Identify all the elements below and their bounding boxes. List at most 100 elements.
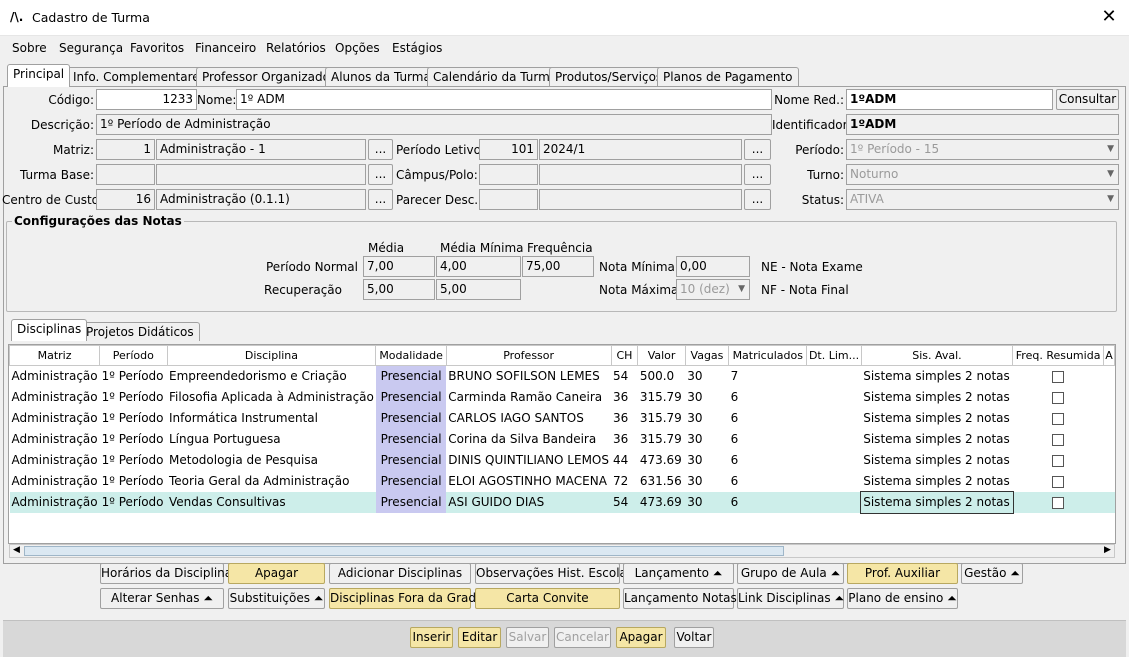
alterar-senhas-button[interactable]: Alterar Senhas ⏶ bbox=[100, 588, 224, 609]
periodo-letivo-lookup-button[interactable]: ... bbox=[744, 139, 771, 160]
cell-disciplina[interactable]: Informática Instrumental bbox=[167, 408, 376, 429]
menu-relatorios[interactable]: Relatórios bbox=[266, 41, 326, 55]
cell-a[interactable] bbox=[1104, 429, 1115, 450]
prof-auxiliar-button[interactable]: Prof. Auxiliar bbox=[847, 563, 958, 584]
cell-valor[interactable]: 473.69 bbox=[637, 491, 686, 513]
periodo-select[interactable]: 1º Período - 15 ▼ bbox=[846, 139, 1119, 160]
col-modalidade[interactable]: Modalidade bbox=[375, 345, 447, 366]
recuperacao-media-minima-field[interactable]: 5,00 bbox=[436, 279, 521, 300]
cell-sis-aval[interactable]: Sistema simples 2 notas bbox=[861, 471, 1012, 492]
cell-periodo[interactable]: 1º Período bbox=[100, 366, 167, 387]
nome-field[interactable]: 1º ADM bbox=[236, 89, 772, 110]
cell-modalidade[interactable]: Presencial bbox=[375, 491, 447, 513]
cell-matriculados[interactable]: 6 bbox=[728, 491, 807, 513]
tab-projetos-didaticos[interactable]: Projetos Didáticos bbox=[80, 322, 200, 341]
cell-vagas[interactable]: 30 bbox=[685, 408, 728, 429]
plano-de-ensino-button[interactable]: Plano de ensino ⏶ bbox=[847, 588, 958, 609]
campus-code-field[interactable] bbox=[479, 164, 538, 185]
col-vagas[interactable]: Vagas bbox=[684, 345, 730, 366]
periodo-letivo-field[interactable]: 2024/1 bbox=[539, 139, 742, 160]
cell-professor[interactable]: DINIS QUINTILIANO LEMOS bbox=[446, 450, 611, 471]
cell-periodo[interactable]: 1º Período bbox=[100, 450, 167, 471]
cell-valor[interactable]: 500.0 bbox=[638, 366, 685, 387]
cell-valor[interactable]: 315.79 bbox=[638, 429, 685, 450]
cell-professor[interactable]: Carminda Ramão Caneira bbox=[446, 387, 611, 408]
cell-dt-lim[interactable] bbox=[807, 429, 861, 450]
periodo-normal-media-minima-field[interactable]: 4,00 bbox=[436, 256, 521, 277]
turma-base-code-field[interactable] bbox=[96, 164, 155, 185]
cancelar-button[interactable]: Cancelar bbox=[554, 627, 611, 648]
table-row[interactable]: Administração 1º Período Filosofia Aplicad… bbox=[10, 386, 1115, 408]
cell-a[interactable] bbox=[1104, 408, 1115, 429]
cell-sis-aval[interactable]: Sistema simples 2 notas bbox=[861, 408, 1012, 429]
cell-modalidade[interactable]: Presencial bbox=[375, 428, 447, 450]
cell-matriculados[interactable]: 7 bbox=[729, 366, 807, 387]
table-row[interactable]: Administração 1º Período Empreendedorismo … bbox=[10, 365, 1115, 387]
recuperacao-media-field[interactable]: 5,00 bbox=[363, 279, 435, 300]
cell-a[interactable] bbox=[1104, 471, 1115, 492]
cell-matriculados[interactable]: 6 bbox=[729, 408, 807, 429]
cell-a[interactable] bbox=[1104, 366, 1115, 387]
cell-sis-aval[interactable]: Sistema simples 2 notas bbox=[861, 450, 1012, 471]
tab-principal[interactable]: Principal bbox=[7, 64, 71, 87]
col-freq-resumida[interactable]: Freq. Resumida bbox=[1012, 345, 1105, 366]
cell-sis-aval[interactable]: Sistema simples 2 notas bbox=[861, 387, 1012, 408]
cell-modalidade[interactable]: Presencial bbox=[375, 386, 447, 408]
cell-ch[interactable]: 36 bbox=[611, 408, 638, 429]
scroll-right-icon[interactable]: ▶ bbox=[1104, 545, 1111, 555]
periodo-normal-frequencia-field[interactable]: 75,00 bbox=[522, 256, 594, 277]
cell-ch[interactable]: 36 bbox=[611, 429, 638, 450]
descricao-field[interactable]: 1º Período de Administração bbox=[96, 114, 772, 135]
close-icon[interactable]: ✕ bbox=[1098, 6, 1120, 28]
matriz-code-field[interactable]: 1 bbox=[96, 139, 155, 160]
turma-base-field[interactable] bbox=[156, 164, 366, 185]
apagar-disciplina-button[interactable]: Apagar bbox=[228, 563, 325, 584]
cell-professor[interactable]: BRUNO SOFILSON LEMES bbox=[446, 366, 611, 387]
observacoes-hist-escolar-button[interactable]: Observações Hist. Escolar bbox=[475, 563, 632, 584]
nota-maxima-select[interactable]: 10 (dez) ▼ bbox=[676, 279, 750, 300]
campus-lookup-button[interactable]: ... bbox=[744, 164, 771, 185]
cell-matriz[interactable]: Administração bbox=[9, 491, 100, 513]
cell-matriculados[interactable]: 6 bbox=[729, 387, 807, 408]
matriz-lookup-button[interactable]: ... bbox=[368, 139, 393, 160]
tab-calendario-da-turma[interactable]: Calendário da Turma bbox=[427, 67, 564, 87]
cell-professor[interactable]: ELOI AGOSTINHO MACENA bbox=[446, 471, 611, 492]
cell-matriz[interactable]: Administração bbox=[10, 366, 100, 387]
gestao-button[interactable]: Gestão ⏶ bbox=[961, 563, 1023, 584]
horarios-disciplina-button[interactable]: Horários da Disciplina bbox=[100, 563, 232, 584]
cell-disciplina[interactable]: Filosofia Aplicada à Administração bbox=[167, 387, 376, 408]
salvar-button[interactable]: Salvar bbox=[506, 627, 549, 648]
cell-sis-aval[interactable]: Sistema simples 2 notas bbox=[861, 429, 1012, 450]
tab-produtos-servicos[interactable]: Produtos/Serviços bbox=[549, 67, 669, 87]
inserir-button[interactable]: Inserir bbox=[410, 627, 453, 648]
turma-base-lookup-button[interactable]: ... bbox=[368, 164, 393, 185]
cell-modalidade[interactable]: Presencial bbox=[375, 449, 447, 471]
cell-vagas[interactable]: 30 bbox=[685, 491, 729, 513]
cell-sis-aval[interactable]: Sistema simples 2 notas bbox=[860, 490, 1014, 514]
cell-valor[interactable]: 631.56 bbox=[638, 471, 685, 492]
voltar-button[interactable]: Voltar bbox=[674, 627, 714, 648]
cell-professor[interactable]: Corina da Silva Bandeira bbox=[446, 429, 611, 450]
cell-periodo[interactable]: 1º Período bbox=[100, 387, 167, 408]
editar-button[interactable]: Editar bbox=[458, 627, 501, 648]
cell-matriz[interactable]: Administração bbox=[10, 429, 100, 450]
cell-disciplina[interactable]: Empreendedorismo e Criação bbox=[167, 366, 376, 387]
cell-periodo[interactable]: 1º Período bbox=[100, 471, 167, 492]
cell-matriculados[interactable]: 6 bbox=[729, 429, 807, 450]
substituicoes-button[interactable]: Substituições ⏶ bbox=[228, 588, 325, 609]
col-valor[interactable]: Valor bbox=[637, 345, 686, 366]
cell-freq-resumida[interactable] bbox=[1013, 450, 1104, 471]
cell-freq-resumida[interactable] bbox=[1012, 491, 1104, 513]
cell-freq-resumida[interactable] bbox=[1013, 408, 1104, 429]
cell-valor[interactable]: 315.79 bbox=[638, 408, 685, 429]
freq-resumida-checkbox[interactable] bbox=[1052, 454, 1065, 467]
lancamento-button[interactable]: Lançamento ⏶ bbox=[623, 563, 734, 584]
menu-estagios[interactable]: Estágios bbox=[392, 41, 442, 55]
cell-matriz[interactable]: Administração bbox=[10, 450, 100, 471]
table-row[interactable]: Administração 1º Período Metodologia de Pe… bbox=[10, 449, 1115, 471]
table-row[interactable]: Administração 1º Período Informática Instr… bbox=[10, 407, 1115, 429]
menu-favoritos[interactable]: Favoritos bbox=[130, 41, 184, 55]
cell-professor[interactable]: CARLOS IAGO SANTOS bbox=[446, 408, 611, 429]
cell-modalidade[interactable]: Presencial bbox=[375, 365, 447, 387]
cell-vagas[interactable]: 30 bbox=[685, 429, 728, 450]
